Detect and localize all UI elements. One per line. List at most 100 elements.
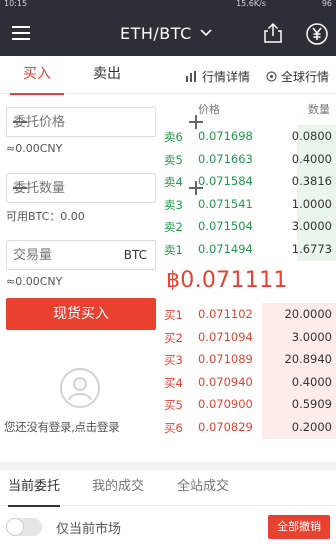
status-time: 10:15: [4, 0, 28, 8]
ask-row[interactable]: 卖6 0.071698 0.0800: [160, 125, 336, 148]
tab-buy-label: 买入: [23, 66, 51, 82]
level-qty: 0.3816: [291, 174, 332, 189]
bid-row[interactable]: 买6 0.070829 0.2000: [160, 416, 336, 439]
bid-row[interactable]: 买4 0.070940 0.4000: [160, 370, 336, 394]
level-qty: 0.0800: [291, 129, 332, 143]
level-qty: 20.0000: [284, 307, 332, 321]
tab-active-indicator: [10, 93, 64, 95]
bar-chart-icon: [186, 71, 196, 82]
globe-icon: [266, 71, 277, 82]
tab-sell-label: 卖出: [93, 66, 121, 82]
ask-row[interactable]: 卖4 0.071584 0.3816: [160, 170, 336, 194]
level-label: 卖5: [164, 152, 183, 167]
orderbook-price-header: 价格: [198, 103, 220, 116]
user-icon: [68, 377, 92, 401]
level-label: 买6: [164, 421, 183, 435]
market-detail-label: 行情详情: [202, 70, 251, 84]
level-qty: 0.5909: [291, 397, 332, 412]
ask-row[interactable]: 卖2 0.071504 3.0000: [160, 215, 336, 239]
level-label: 买3: [164, 353, 183, 368]
level-label: 卖3: [164, 197, 183, 212]
global-markets-link[interactable]: 全球行情: [266, 68, 329, 85]
ask-row[interactable]: 卖1 0.071494 1.6773: [160, 238, 336, 261]
avatar[interactable]: [60, 368, 100, 408]
volume-field: BTC: [6, 240, 156, 270]
tab-sell[interactable]: 卖出: [78, 56, 136, 94]
current-market-toggle[interactable]: [6, 518, 42, 536]
orders-tabs: 当前委托 我的成交 全站成交: [0, 470, 336, 507]
price-stepper: [6, 107, 203, 137]
global-markets-label: 全球行情: [281, 70, 330, 84]
market-selector[interactable]: ETH/BTC: [120, 22, 212, 44]
ask-row[interactable]: 卖5 0.071663 0.4000: [160, 147, 336, 171]
amount-input[interactable]: [7, 174, 183, 202]
network-speed: 15.6K/s: [236, 0, 266, 8]
market-title: ETH/BTC: [120, 23, 192, 43]
orderbook-qty-header: 数量: [308, 103, 330, 116]
level-label: 买2: [164, 330, 183, 345]
level-price: 0.071698: [198, 129, 253, 143]
level-price: 0.071089: [198, 352, 253, 367]
ask-row[interactable]: 卖3 0.071541 1.0000: [160, 192, 336, 216]
login-prompt[interactable]: 您还没有登录,点击登录: [4, 419, 160, 435]
level-label: 卖2: [164, 220, 183, 235]
level-price: 0.071494: [198, 242, 253, 256]
volume-unit: BTC: [123, 248, 147, 262]
level-label: 卖6: [164, 130, 183, 144]
amount-stepper: [6, 173, 203, 203]
bid-row[interactable]: 买2 0.071094 3.0000: [160, 325, 336, 349]
share-icon[interactable]: [262, 22, 284, 44]
tab-my-trades[interactable]: 我的成交: [92, 470, 144, 506]
spot-buy-button[interactable]: 现货买入: [6, 298, 156, 330]
battery-level: 96: [321, 0, 332, 8]
level-price: 0.071504: [198, 219, 253, 234]
cancel-all-button[interactable]: 全部撤销: [268, 515, 330, 539]
toggle-knob: [6, 518, 24, 536]
tab-my-trades-label: 我的成交: [92, 479, 145, 494]
chevron-down-icon: [200, 29, 212, 37]
market-detail-link[interactable]: 行情详情: [186, 68, 250, 85]
current-market-label: 仅当前市场: [56, 522, 122, 537]
tab-site-trades[interactable]: 全站成交: [177, 470, 229, 506]
orders-toolbar: 仅当前市场 全部撤销: [0, 506, 336, 550]
level-qty: 0.4000: [291, 151, 332, 166]
bid-row[interactable]: 买3 0.071089 20.8940: [160, 348, 336, 372]
tab-current-orders-label: 当前委托: [8, 479, 61, 494]
bid-row[interactable]: 买5 0.070900 0.5909: [160, 393, 336, 417]
level-label: 买1: [164, 308, 183, 322]
level-label: 买4: [164, 375, 183, 390]
level-price: 0.071584: [198, 174, 253, 189]
level-price: 0.071094: [198, 329, 253, 344]
tab-site-trades-label: 全站成交: [177, 479, 230, 494]
level-price: 0.070900: [198, 397, 253, 412]
level-price: 0.071102: [198, 307, 253, 321]
level-price: 0.071541: [198, 196, 253, 211]
currency-icon[interactable]: [305, 22, 329, 46]
level-qty: 0.4000: [291, 374, 332, 389]
available-balance: 可用BTC：0.00: [6, 210, 85, 223]
level-price: 0.070940: [198, 374, 253, 389]
app-header: ETH/BTC: [0, 10, 336, 56]
volume-input[interactable]: [13, 241, 113, 269]
volume-cny-estimate: ≈0.00CNY: [6, 275, 63, 288]
level-qty: 0.2000: [291, 420, 332, 434]
last-price: ฿0.071111: [166, 268, 288, 293]
level-price: 0.070829: [198, 420, 253, 434]
trade-tabs: 买入 卖出 行情详情 全球行情: [0, 56, 336, 95]
menu-icon[interactable]: [12, 23, 32, 43]
section-divider: [0, 462, 336, 470]
level-qty: 20.8940: [284, 352, 332, 367]
level-label: 卖1: [164, 243, 183, 257]
level-qty: 1.6773: [291, 242, 332, 256]
bid-row[interactable]: 买1 0.071102 20.0000: [160, 303, 336, 326]
price-input[interactable]: [7, 108, 183, 136]
level-qty: 3.0000: [291, 329, 332, 344]
tab-current-orders[interactable]: 当前委托: [8, 470, 61, 507]
tab-buy[interactable]: 买入: [8, 56, 66, 95]
level-qty: 3.0000: [291, 219, 332, 234]
price-cny-estimate: ≈0.00CNY: [6, 142, 63, 155]
level-price: 0.071663: [198, 151, 253, 166]
level-label: 卖4: [164, 175, 183, 190]
level-qty: 1.0000: [291, 196, 332, 211]
level-label: 买5: [164, 398, 183, 413]
